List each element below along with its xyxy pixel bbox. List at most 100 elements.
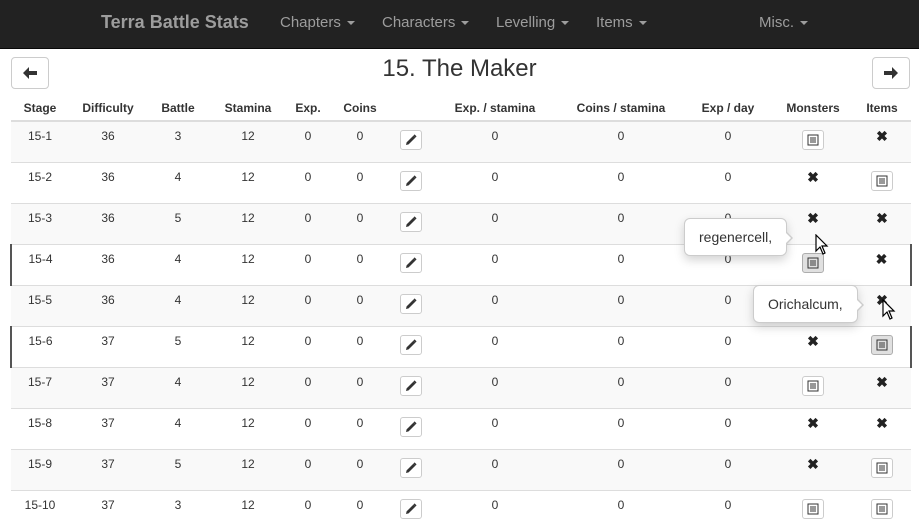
cell-coins: 0 <box>329 286 391 327</box>
cell-items <box>853 327 911 368</box>
cell-coins-per-stamina: 0 <box>559 491 683 531</box>
table-row: 15-93751200000✖ <box>11 450 911 491</box>
nav-items-label: Items <box>596 14 633 31</box>
cell-difficulty: 36 <box>69 163 147 204</box>
edit-button[interactable] <box>400 212 422 232</box>
remove-icon: ✖ <box>876 128 888 144</box>
list-icon <box>807 257 819 269</box>
next-chapter-button[interactable] <box>872 57 910 89</box>
edit-button[interactable] <box>400 335 422 355</box>
navbar: Terra Battle Stats Chapters Characters L… <box>0 0 919 49</box>
cell-coins-per-stamina: 0 <box>559 368 683 409</box>
cell-stamina: 12 <box>209 368 287 409</box>
mouse-cursor-icon <box>815 234 829 256</box>
cell-coins: 0 <box>329 245 391 286</box>
page-title: 15. The Maker <box>0 55 919 83</box>
column-header: Coins <box>329 95 391 121</box>
cell-coins-per-stamina: 0 <box>559 245 683 286</box>
monsters-list-button[interactable] <box>802 499 824 519</box>
cell-stage: 15-9 <box>11 450 69 491</box>
column-header: Exp. / stamina <box>431 95 559 121</box>
items-list-button[interactable] <box>871 499 893 519</box>
cell-stage: 15-10 <box>11 491 69 531</box>
cell-coins-per-stamina: 0 <box>559 121 683 163</box>
table-header-row: StageDifficultyBattleStaminaExp.CoinsExp… <box>11 95 911 121</box>
remove-icon: ✖ <box>876 210 888 226</box>
edit-button[interactable] <box>400 376 422 396</box>
cell-stage: 15-3 <box>11 204 69 245</box>
caret-down-icon <box>347 21 355 25</box>
cell-exp: 0 <box>287 450 329 491</box>
cell-exp: 0 <box>287 286 329 327</box>
monsters-list-button[interactable] <box>802 253 824 273</box>
caret-down-icon <box>800 21 808 25</box>
pencil-icon <box>405 503 417 515</box>
cell-stamina: 12 <box>209 121 287 163</box>
cell-battle: 4 <box>147 409 209 450</box>
popover-arrow <box>857 298 864 312</box>
remove-icon: ✖ <box>876 374 888 390</box>
monsters-list-button[interactable] <box>802 130 824 150</box>
caret-down-icon <box>461 21 469 25</box>
cell-exp-per-day: 0 <box>683 327 773 368</box>
table-row: 15-23641200000✖ <box>11 163 911 204</box>
cell-battle: 5 <box>147 327 209 368</box>
cell-items <box>853 163 911 204</box>
cell-stamina: 12 <box>209 491 287 531</box>
cell-edit <box>391 491 431 531</box>
cell-stage: 15-2 <box>11 163 69 204</box>
cell-exp-per-day: 0 <box>683 163 773 204</box>
edit-button[interactable] <box>400 499 422 519</box>
items-list-button[interactable] <box>871 171 893 191</box>
list-icon <box>807 503 819 515</box>
cell-edit <box>391 327 431 368</box>
list-icon <box>876 175 888 187</box>
nav-chapters[interactable]: Chapters <box>280 14 355 31</box>
cell-stage: 15-4 <box>11 245 69 286</box>
cell-stamina: 12 <box>209 286 287 327</box>
nav-chapters-label: Chapters <box>280 14 341 31</box>
cell-stamina: 12 <box>209 327 287 368</box>
column-header: Stage <box>11 95 69 121</box>
brand-link[interactable]: Terra Battle Stats <box>101 12 249 33</box>
cell-exp-per-day: 0 <box>683 491 773 531</box>
edit-button[interactable] <box>400 417 422 437</box>
cell-difficulty: 36 <box>69 286 147 327</box>
column-header: Battle <box>147 95 209 121</box>
cell-coins: 0 <box>329 327 391 368</box>
cell-exp: 0 <box>287 121 329 163</box>
edit-button[interactable] <box>400 458 422 478</box>
monsters-list-button[interactable] <box>802 376 824 396</box>
column-header: Exp / day <box>683 95 773 121</box>
cell-exp: 0 <box>287 245 329 286</box>
arrow-right-icon <box>884 67 898 79</box>
cell-coins: 0 <box>329 121 391 163</box>
items-list-button[interactable] <box>871 335 893 355</box>
nav-items[interactable]: Items <box>596 14 647 31</box>
cell-battle: 4 <box>147 245 209 286</box>
pencil-icon <box>405 298 417 310</box>
edit-button[interactable] <box>400 130 422 150</box>
nav-characters[interactable]: Characters <box>382 14 469 31</box>
edit-button[interactable] <box>400 253 422 273</box>
remove-icon: ✖ <box>876 415 888 431</box>
cell-exp-per-day: 0 <box>683 450 773 491</box>
cell-exp-per-stamina: 0 <box>431 450 559 491</box>
cell-edit <box>391 286 431 327</box>
cell-exp-per-day: 0 <box>683 121 773 163</box>
list-icon <box>876 503 888 515</box>
cell-stamina: 12 <box>209 204 287 245</box>
cell-difficulty: 37 <box>69 409 147 450</box>
cell-exp-per-stamina: 0 <box>431 286 559 327</box>
cell-exp-per-stamina: 0 <box>431 204 559 245</box>
cell-edit <box>391 450 431 491</box>
edit-button[interactable] <box>400 171 422 191</box>
cell-stamina: 12 <box>209 245 287 286</box>
pencil-icon <box>405 175 417 187</box>
column-header <box>391 95 431 121</box>
nav-misc[interactable]: Misc. <box>759 14 808 31</box>
caret-down-icon <box>639 21 647 25</box>
edit-button[interactable] <box>400 294 422 314</box>
nav-levelling[interactable]: Levelling <box>496 14 569 31</box>
items-list-button[interactable] <box>871 458 893 478</box>
